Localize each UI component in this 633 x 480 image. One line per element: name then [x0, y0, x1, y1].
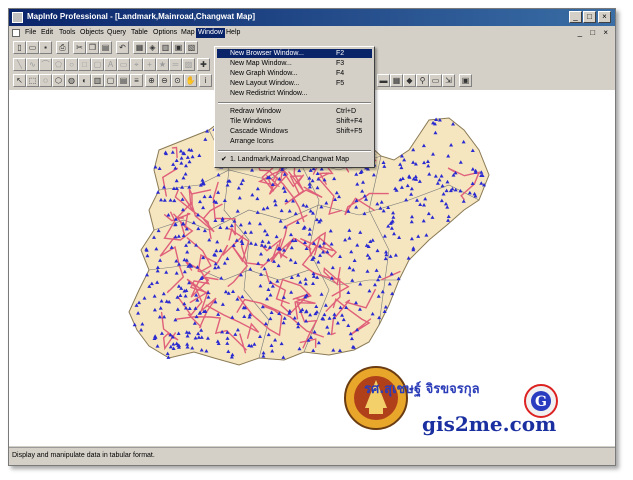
author-name: รศ.สุเชษฐ์ จิรขจรกุล	[364, 382, 480, 397]
text-style-icon[interactable]: ✚	[197, 58, 210, 71]
label-icon[interactable]: ▣	[459, 74, 472, 87]
menu-options[interactable]: Options	[151, 28, 179, 38]
print-icon[interactable]: ⎙	[56, 41, 69, 54]
menu-new-map-window[interactable]: New Map Window... F3	[217, 59, 372, 68]
app-icon[interactable]	[12, 12, 23, 23]
draw-rectangle-icon[interactable]: □	[78, 58, 91, 71]
graph-select-icon[interactable]: ▥	[91, 74, 104, 87]
menu-new-layout-window[interactable]: New Layout Window... F5	[217, 79, 372, 88]
add-node-icon[interactable]: +	[143, 58, 156, 71]
menu-help[interactable]: Help	[224, 28, 242, 38]
draw-line-icon[interactable]: ╲	[13, 58, 26, 71]
menu-cascade-windows[interactable]: Cascade Windows Shift+F5	[217, 127, 372, 136]
layer-select-icon[interactable]: ▤	[117, 74, 130, 87]
marquee-icon[interactable]: ⬚	[26, 74, 39, 87]
menu-file[interactable]: File	[23, 28, 38, 38]
polygon-select-icon[interactable]: ⬡	[52, 74, 65, 87]
check-icon: ✔	[221, 156, 227, 163]
new-redistrict-icon[interactable]: ▧	[185, 41, 198, 54]
paste-icon[interactable]: ▤	[99, 41, 112, 54]
copy-icon[interactable]: ❐	[86, 41, 99, 54]
minimize-button[interactable]: _	[569, 11, 582, 23]
draw-rounded-rect-icon[interactable]: ▢	[91, 58, 104, 71]
menu-query[interactable]: Query	[105, 28, 128, 38]
save-icon[interactable]: ▪	[39, 41, 52, 54]
menu-edit[interactable]: Edit	[39, 28, 55, 38]
radius-icon[interactable]: ◌	[39, 74, 52, 87]
new-layout-icon[interactable]: ▣	[172, 41, 185, 54]
menu-objects[interactable]: Objects	[78, 28, 106, 38]
draw-text-icon[interactable]: A	[104, 58, 117, 71]
clip-region-icon[interactable]: ▭	[429, 74, 442, 87]
draw-polygon-icon[interactable]: ⬠	[52, 58, 65, 71]
new-icon[interactable]: ▯	[13, 41, 26, 54]
menu-redraw-window[interactable]: Redraw Window Ctrl+D	[217, 107, 372, 116]
menu-new-browser-window[interactable]: New Browser Window... F2	[217, 49, 372, 58]
cut-icon[interactable]: ✂	[73, 41, 86, 54]
status-bar: Display and manipulate data in tabular f…	[9, 447, 615, 465]
svg-text:G: G	[535, 394, 547, 410]
mdi-window-controls[interactable]: _ □ ×	[578, 28, 611, 37]
status-text: Display and manipulate data in tabular f…	[12, 452, 155, 459]
menu-tools[interactable]: Tools	[57, 28, 77, 38]
ruler-icon[interactable]: ▬	[377, 74, 390, 87]
hotlink-icon[interactable]: ⚲	[416, 74, 429, 87]
draw-arc-icon[interactable]: ⌒	[39, 58, 52, 71]
layer-control-icon[interactable]: ≡	[130, 74, 143, 87]
frame-icon[interactable]: ▭	[117, 58, 130, 71]
select-icon[interactable]: ↖	[13, 74, 26, 87]
draw-ellipse-icon[interactable]: ○	[65, 58, 78, 71]
info-icon[interactable]: i	[199, 74, 212, 87]
new-map-icon[interactable]: ◈	[146, 41, 159, 54]
menu-new-redistrict-window[interactable]: New Redistrict Window...	[217, 89, 372, 98]
statistics-icon[interactable]: ◆	[403, 74, 416, 87]
menu-arrange-icons[interactable]: Arrange Icons	[217, 137, 372, 146]
symbol-style-icon[interactable]: ★	[156, 58, 169, 71]
menu-new-graph-window[interactable]: New Graph Window... F4	[217, 69, 372, 78]
change-view-icon[interactable]: ⊙	[171, 74, 184, 87]
legend-icon[interactable]: ▦	[390, 74, 403, 87]
menu-open-map-window[interactable]: ✔ 1. Landmark,Mainroad,Changwat Map	[217, 155, 372, 164]
close-button[interactable]: ×	[598, 11, 611, 23]
menu-separator	[218, 102, 371, 104]
menu-map[interactable]: Map	[179, 28, 197, 38]
new-browser-icon[interactable]: ▦	[133, 41, 146, 54]
title-bar[interactable]: MapInfo Professional - [Landmark,Mainroa…	[9, 9, 615, 26]
menu-bar: File Edit Tools Objects Query Table Opti…	[9, 27, 615, 39]
zoom-out-icon[interactable]: ⊖	[158, 74, 171, 87]
invert-icon[interactable]: ◐	[78, 74, 91, 87]
mapinfo-window: MapInfo Professional - [Landmark,Mainroa…	[8, 8, 616, 466]
draw-polyline-icon[interactable]: ∿	[26, 58, 39, 71]
drag-window-icon[interactable]: ⇲	[442, 74, 455, 87]
menu-tile-windows[interactable]: Tile Windows Shift+F4	[217, 117, 372, 126]
reshape-icon[interactable]: ⌖	[130, 58, 143, 71]
undo-icon[interactable]: ↶	[116, 41, 129, 54]
site-name: gis2me.com	[422, 412, 557, 436]
maximize-button[interactable]: □	[583, 11, 596, 23]
unselect-icon[interactable]: ▢	[104, 74, 117, 87]
window-title: MapInfo Professional - [Landmark,Mainroa…	[27, 12, 256, 21]
new-graph-icon[interactable]: ▥	[159, 41, 172, 54]
region-style-icon[interactable]: ▨	[182, 58, 195, 71]
grabber-icon[interactable]: ✋	[184, 74, 197, 87]
window-menu-dropdown: New Browser Window... F2 New Map Window.…	[214, 46, 375, 168]
menu-separator	[218, 150, 371, 152]
menu-table[interactable]: Table	[129, 28, 150, 38]
open-icon[interactable]: ▭	[26, 41, 39, 54]
line-style-icon[interactable]: ═	[169, 58, 182, 71]
boundary-icon[interactable]: ◍	[65, 74, 78, 87]
document-icon[interactable]	[12, 29, 20, 37]
menu-window[interactable]: Window	[196, 28, 225, 38]
zoom-in-icon[interactable]: ⊕	[145, 74, 158, 87]
